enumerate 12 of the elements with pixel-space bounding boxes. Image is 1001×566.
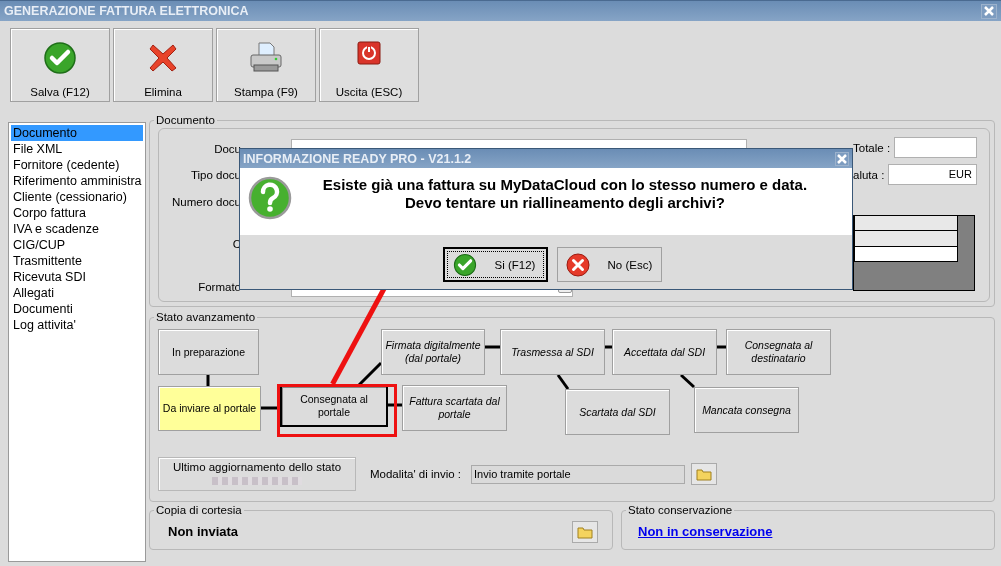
- field-label: Modalita' di invio :: [370, 468, 462, 480]
- group-title: Copia di cortesia: [155, 504, 243, 516]
- window-title: GENERAZIONE FATTURA ELETTRONICA: [4, 4, 249, 18]
- group-title: Documento: [155, 114, 216, 126]
- field-label: Totale :: [853, 141, 891, 154]
- status-text: Non inviata: [168, 524, 239, 539]
- dialog-title: INFORMAZIONE READY PRO - V21.1.2: [243, 151, 472, 166]
- field-label: aluta :: [853, 168, 885, 181]
- dialog-message: Esiste già una fattura su MyDataCloud con lo stesso numero e data. Devo tentare un riallineamento degli archivi?: [321, 176, 809, 212]
- last-update-label: Ultimo aggiornamento dello stato: [172, 461, 342, 473]
- group-title: Stato avanzamento: [155, 311, 257, 323]
- group-title: Stato conservazione: [627, 504, 734, 516]
